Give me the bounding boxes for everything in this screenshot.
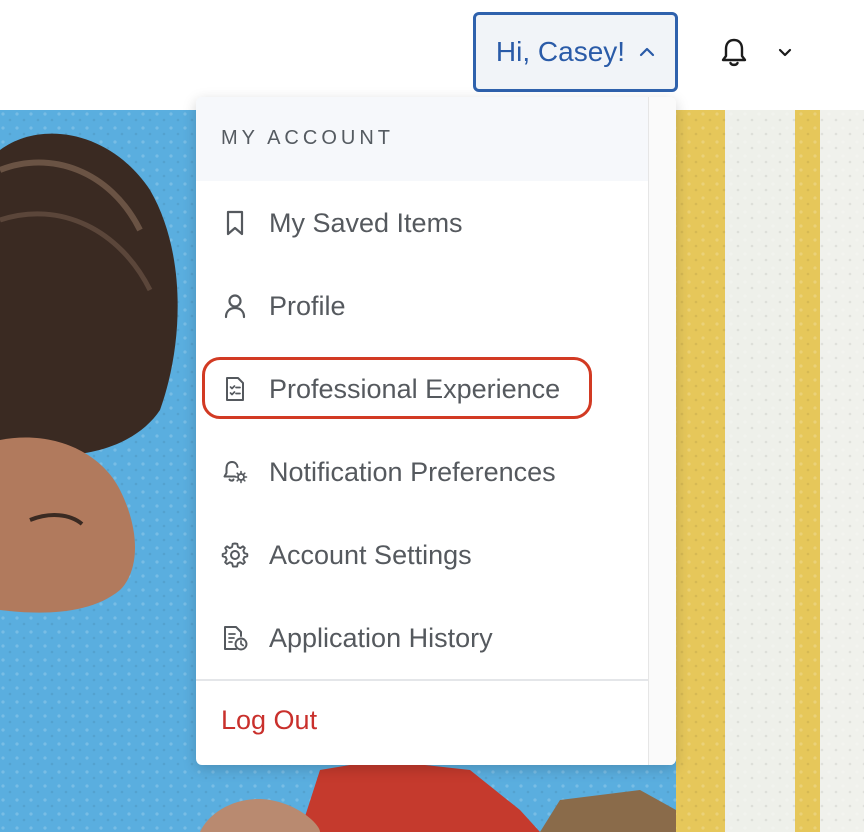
menu-item-my-saved-items[interactable]: My Saved Items xyxy=(196,193,648,253)
logout-link[interactable]: Log Out xyxy=(221,705,317,736)
top-header: Hi, Casey! xyxy=(0,0,864,110)
chevron-up-icon xyxy=(639,47,655,57)
chevron-down-icon xyxy=(778,48,792,57)
dropdown-scrollbar[interactable] xyxy=(648,97,676,765)
section-title: MY ACCOUNT xyxy=(221,127,394,149)
menu-item-account-settings[interactable]: Account Settings xyxy=(196,525,648,585)
menu-item-label: Application History xyxy=(269,622,493,653)
bell-icon xyxy=(721,38,747,67)
menu-item-application-history[interactable]: Application History xyxy=(196,608,648,668)
user-menu-toggle[interactable] xyxy=(774,42,796,64)
menu-item-profile[interactable]: Profile xyxy=(196,276,648,336)
menu-item-label: Profile xyxy=(269,290,346,321)
menu-item-label: Notification Preferences xyxy=(269,456,556,487)
page: Hi, Casey! MY ACCOUNT My Saved Items Pro… xyxy=(0,0,864,832)
account-dropdown: MY ACCOUNT My Saved Items Profile Profes… xyxy=(196,97,676,765)
bell-gear-icon xyxy=(221,458,249,486)
person-icon xyxy=(221,292,249,320)
dropdown-divider xyxy=(196,679,648,681)
menu-item-label: My Saved Items xyxy=(269,207,463,238)
checklist-document-icon xyxy=(221,375,249,403)
dropdown-section-header: MY ACCOUNT xyxy=(196,97,648,181)
menu-item-label: Account Settings xyxy=(269,539,472,570)
greeting-text: Hi, Casey! xyxy=(495,36,626,67)
menu-item-professional-experience[interactable]: Professional Experience xyxy=(196,359,648,419)
notifications-button[interactable] xyxy=(716,34,752,70)
user-greeting-button[interactable]: Hi, Casey! xyxy=(473,12,678,92)
dropdown-content: MY ACCOUNT My Saved Items Profile Profes… xyxy=(196,97,648,765)
document-clock-icon xyxy=(221,624,249,652)
gear-icon xyxy=(221,541,249,569)
menu-item-label: Professional Experience xyxy=(269,373,561,404)
bookmark-icon xyxy=(221,209,249,237)
menu-item-notification-preferences[interactable]: Notification Preferences xyxy=(196,442,648,502)
